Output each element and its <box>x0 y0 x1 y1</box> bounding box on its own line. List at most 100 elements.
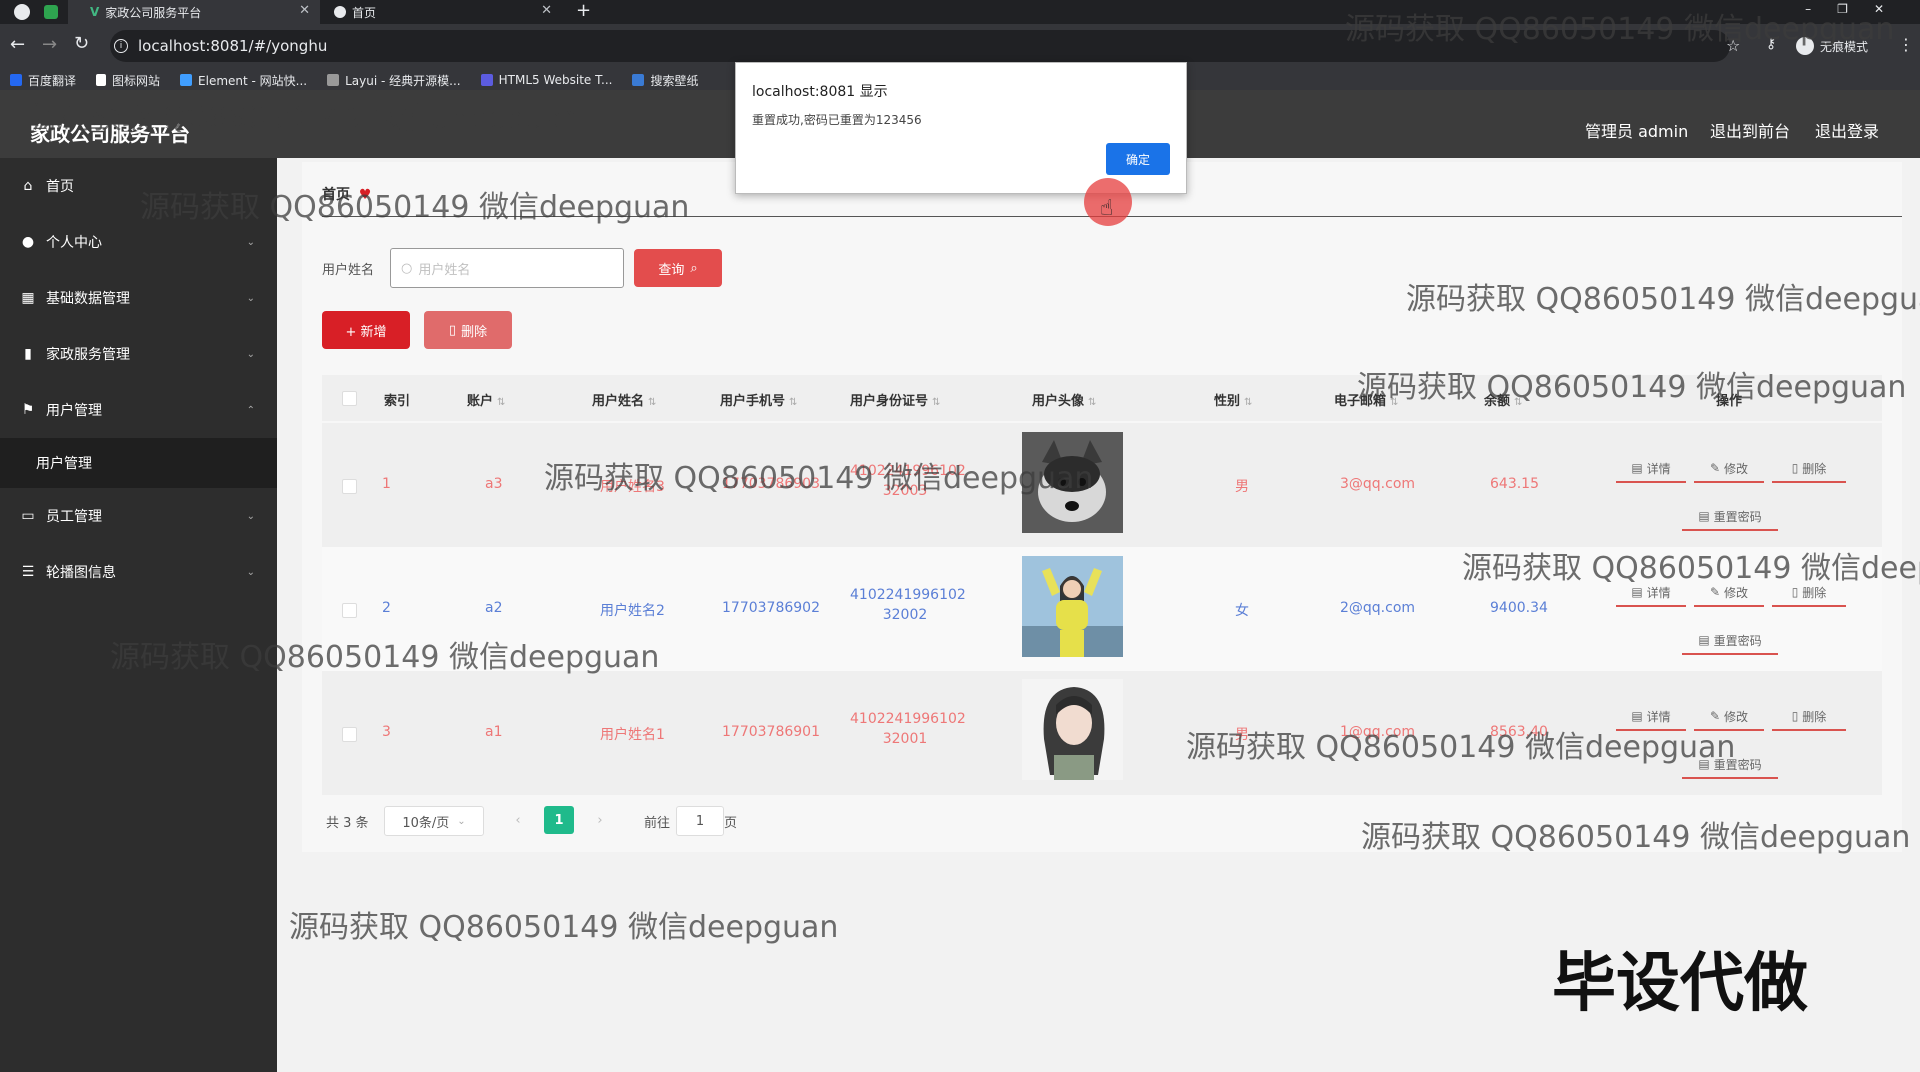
watermark: 源码获取 QQ86050149 微信deepguan <box>1186 730 1736 765</box>
search-icon: ⌕ <box>690 260 698 276</box>
th-name[interactable]: 用户姓名 ⇅ <box>592 390 656 409</box>
back-icon[interactable]: ← <box>10 34 25 55</box>
card-icon: ▭ <box>21 508 35 524</box>
logout-link[interactable]: 退出登录 <box>1815 118 1879 142</box>
avatar-girl[interactable] <box>1022 556 1123 657</box>
close-icon[interactable]: ✕ <box>299 3 310 18</box>
search-label: 用户姓名 <box>322 263 375 278</box>
app-launcher-icon[interactable] <box>44 5 58 19</box>
select-all-checkbox[interactable] <box>342 391 357 406</box>
sidebar-item-users[interactable]: ⚑ 用户管理 ⌃ <box>0 384 277 436</box>
sidebar-item-basic-data[interactable]: ▦ 基础数据管理 ⌄ <box>0 272 277 324</box>
watermark-big: 毕设代做 <box>1552 947 1808 1021</box>
watermark: 源码获取 QQ86050149 微信deepguan <box>544 461 1094 496</box>
cell-gender: 女 <box>1235 603 1249 619</box>
page-size-select[interactable]: 10条/页 ⌄ <box>384 806 484 836</box>
sidebar: ⌂ 首页 ● 个人中心 ⌄ ▦ 基础数据管理 ⌄ ▮ 家政服务管理 ⌄ ⚑ 用户… <box>0 158 277 1072</box>
th-avatar[interactable]: 用户头像 ⇅ <box>1032 390 1096 409</box>
more-icon[interactable]: ⋮ <box>1898 35 1914 54</box>
cell-index: 2 <box>382 600 391 616</box>
avatar-girl-drawing[interactable] <box>1022 679 1123 780</box>
sidebar-subitem-users[interactable]: 用户管理 <box>0 438 277 488</box>
tab-jiazheng[interactable]: V 家政公司服务平台 ✕ <box>68 0 320 24</box>
element-icon <box>180 74 193 86</box>
bar-icon: ▮ <box>24 346 32 362</box>
th-account[interactable]: 账户 ⇅ <box>467 390 505 409</box>
watermark: 源码获取 QQ86050149 微信deepguan <box>1406 282 1920 317</box>
cell-email: 2@qq.com <box>1340 600 1416 616</box>
bookmark-item[interactable]: 图标网站 <box>96 72 160 89</box>
exit-to-front-link[interactable]: 退出到前台 <box>1710 118 1790 142</box>
search-input[interactable]: ○ 用户姓名 <box>390 248 624 288</box>
dialog-title: localhost:8081 显示 <box>752 84 888 100</box>
reset-password-button[interactable]: ▤ 重置密码 <box>1682 503 1778 531</box>
chevron-down-icon: ⌄ <box>246 236 255 248</box>
add-button[interactable]: + 新增 <box>322 311 410 349</box>
close-icon[interactable]: ✕ <box>541 3 552 18</box>
doc-icon: ▤ <box>1631 709 1643 723</box>
sidebar-item-staff[interactable]: ▭ 员工管理 ⌄ <box>0 490 277 542</box>
next-page-button[interactable]: › <box>586 806 614 834</box>
cell-idcard: 4102241996102 32002 <box>850 587 966 623</box>
th-idcard[interactable]: 用户身份证号 ⇅ <box>850 390 940 409</box>
watermark: 源码获取 QQ86050149 微信deepguan <box>140 190 690 225</box>
row-checkbox[interactable] <box>342 603 357 618</box>
reload-icon[interactable]: ↻ <box>74 33 89 54</box>
cell-name: 用户姓名1 <box>600 727 665 743</box>
prev-page-button[interactable]: ‹ <box>504 806 532 834</box>
tab-home[interactable]: 首页 ✕ <box>322 0 562 24</box>
detail-button[interactable]: ▤ 详情 <box>1616 455 1686 483</box>
forward-icon[interactable]: → <box>42 34 57 55</box>
admin-user-label: 管理员 admin <box>1585 122 1689 141</box>
search-placeholder: 用户姓名 <box>418 262 471 278</box>
delete-button[interactable]: ▯ 删除 <box>1772 703 1846 731</box>
bookmark-item[interactable]: Layui - 经典开源模... <box>327 72 461 89</box>
html5-icon <box>480 74 493 86</box>
doc-icon: ▤ <box>1698 633 1710 647</box>
tab-title: 首页 <box>352 5 377 20</box>
browser-menu-icon[interactable] <box>14 4 30 20</box>
flag-icon: ⚑ <box>21 402 35 418</box>
page-1-button[interactable]: 1 <box>544 806 574 834</box>
edit-button[interactable]: ✎ 修改 <box>1694 455 1764 483</box>
vue-icon: V <box>90 5 100 19</box>
user-icon: ● <box>21 234 35 250</box>
th-gender[interactable]: 性别 ⇅ <box>1214 390 1252 409</box>
layui-icon <box>327 74 340 86</box>
home-icon: ⌂ <box>23 178 33 194</box>
pagination-total: 共 3 条 <box>326 816 369 831</box>
delete-button[interactable]: ▯ 删除 <box>1772 455 1846 483</box>
info-icon: i <box>114 39 128 53</box>
batch-delete-button[interactable]: ▯ 删除 <box>424 311 512 349</box>
sidebar-item-carousel[interactable]: ☰ 轮播图信息 ⌄ <box>0 546 277 598</box>
cell-balance: 9400.34 <box>1490 600 1548 616</box>
url-text: localhost:8081/#/yonghu <box>138 37 328 55</box>
bookmark-item[interactable]: 搜索壁纸 <box>632 72 698 89</box>
ok-button[interactable]: 确定 <box>1106 143 1170 175</box>
reset-password-button[interactable]: ▤ 重置密码 <box>1682 627 1778 655</box>
query-button[interactable]: 查询 ⌕ <box>634 249 722 287</box>
cell-account: a3 <box>485 476 503 492</box>
cell-index: 1 <box>382 476 391 492</box>
bookmark-item[interactable]: HTML5 Website T... <box>480 73 612 87</box>
row-checkbox[interactable] <box>342 479 357 494</box>
doc-icon: ▤ <box>1631 461 1643 475</box>
wallpaper-icon <box>632 74 645 86</box>
trash-icon: ▯ <box>448 322 457 338</box>
goto-page-input[interactable]: 1 <box>676 806 724 836</box>
pencil-icon: ✎ <box>1709 461 1721 475</box>
cell-account: a1 <box>485 724 503 740</box>
th-phone[interactable]: 用户手机号 ⇅ <box>720 390 797 409</box>
list-icon: ☰ <box>21 564 35 580</box>
new-tab-button[interactable]: + <box>576 0 591 21</box>
watermark: 源码获取 QQ86050149 微信deepguan <box>110 640 660 675</box>
pencil-icon: ✎ <box>1709 709 1721 723</box>
bookmark-item[interactable]: 百度翻译 <box>10 72 76 89</box>
bookmark-item[interactable]: Element - 网站快... <box>180 72 307 89</box>
sidebar-item-services[interactable]: ▮ 家政服务管理 ⌄ <box>0 328 277 380</box>
hand-cursor-icon: ☝ <box>1100 196 1114 221</box>
row-checkbox[interactable] <box>342 727 357 742</box>
watermark: 源码获取 QQ86050149 微信deepguan <box>32 101 582 136</box>
doc-icon: ▤ <box>1631 585 1643 599</box>
flag-icon <box>96 74 107 86</box>
